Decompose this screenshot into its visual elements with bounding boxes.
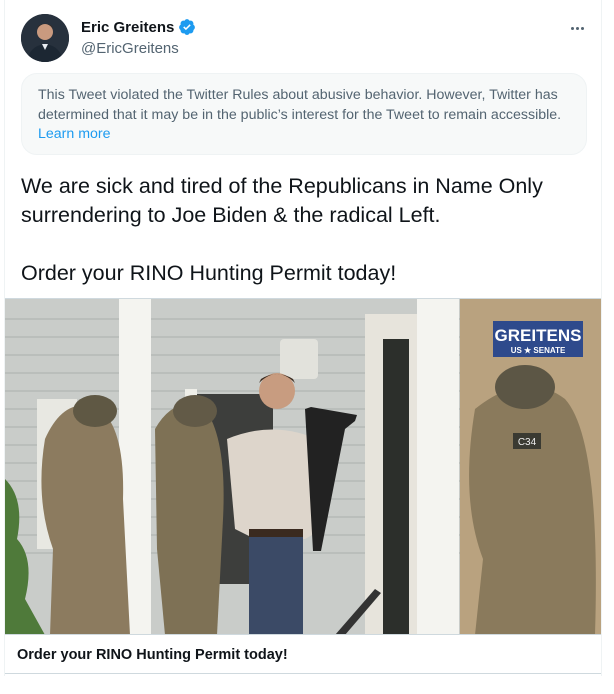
uniform-patch-text: C34: [518, 437, 537, 448]
watermark-subtitle: US ★ SENATE: [511, 346, 566, 355]
tweet-text: We are sick and tired of the Republicans…: [21, 174, 543, 285]
author-display-name[interactable]: Eric Greitens: [81, 19, 174, 36]
learn-more-link[interactable]: Learn more: [38, 126, 111, 142]
media-caption[interactable]: Order your RINO Hunting Permit today!: [5, 634, 601, 674]
tweet-media-image[interactable]: C34 GREITENS US ★ SENATE: [5, 298, 601, 635]
avatar[interactable]: [21, 14, 69, 62]
verified-badge-icon: [179, 19, 196, 35]
author-handle[interactable]: @EricGreitens: [81, 40, 179, 57]
more-options-icon[interactable]: [565, 18, 589, 38]
tweet-card[interactable]: Eric Greitens @EricGreitens This Tweet v…: [4, 0, 602, 676]
policy-notice: This Tweet violated the Twitter Rules ab…: [21, 73, 587, 155]
watermark-title: GREITENS: [495, 326, 582, 345]
policy-notice-text: This Tweet violated the Twitter Rules ab…: [38, 87, 562, 123]
